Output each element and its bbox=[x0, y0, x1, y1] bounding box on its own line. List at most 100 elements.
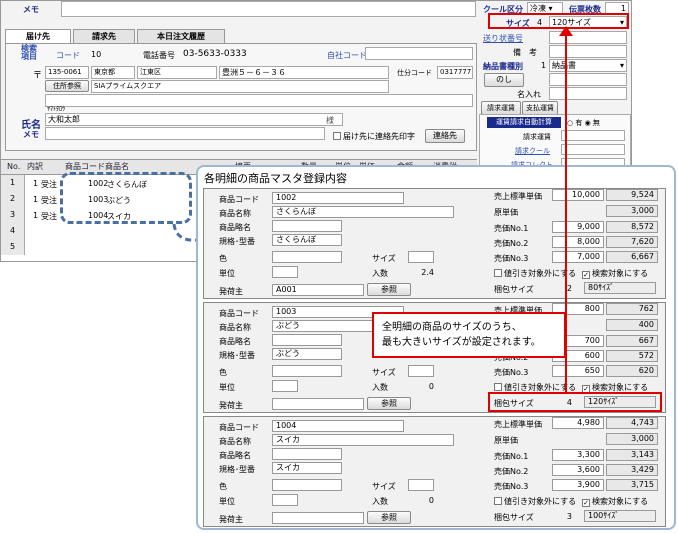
product-code-label: 商品コード bbox=[219, 195, 259, 204]
grid-header-type: 内訳 bbox=[27, 162, 43, 171]
price-label: 売価No.2 bbox=[494, 239, 529, 248]
address-lookup-button[interactable]: 住所参照 bbox=[45, 80, 89, 92]
reference-button[interactable]: 参照 bbox=[367, 283, 411, 296]
unit-field[interactable] bbox=[272, 494, 298, 506]
delivery-type-num: 1 bbox=[541, 61, 547, 70]
tab-payment-freight[interactable]: 支払運賃 bbox=[522, 101, 558, 115]
product-abbr-field[interactable] bbox=[272, 334, 342, 346]
price-value[interactable]: 4,980 bbox=[552, 417, 604, 429]
price-value[interactable]: 10,000 bbox=[552, 189, 604, 201]
billing-cool-label[interactable]: 請求クール bbox=[515, 146, 550, 156]
product-code-label: 商品コード bbox=[219, 423, 259, 432]
auto-calc-radio[interactable]: ○ 有 ◉ 無 bbox=[567, 118, 600, 128]
price-label: 原単価 bbox=[494, 436, 518, 445]
product-model-field[interactable]: さくらんぼ bbox=[272, 234, 342, 246]
price-value[interactable]: 3,900 bbox=[552, 479, 604, 491]
radio-yes-label: 有 bbox=[575, 119, 583, 127]
supplier-field[interactable]: A001 bbox=[272, 284, 364, 296]
price-value: 3,000 bbox=[606, 433, 658, 445]
noshi-button[interactable]: のし bbox=[484, 73, 524, 87]
row-number: 1 bbox=[1, 175, 25, 191]
row-type[interactable]: 受注 bbox=[41, 195, 57, 206]
delivery-type-select[interactable]: 納品書 ▾ bbox=[549, 59, 627, 72]
radio-no-label: 無 bbox=[592, 119, 600, 127]
row-type[interactable]: 受注 bbox=[41, 211, 57, 222]
postal-input[interactable]: 135-0061 bbox=[45, 66, 89, 79]
product-model-field[interactable]: ぶどう bbox=[272, 348, 342, 360]
qty-label: 入数 bbox=[372, 383, 388, 392]
memo-input[interactable] bbox=[45, 127, 325, 140]
product-abbr-field[interactable] bbox=[272, 220, 342, 232]
honorific-text: 様 bbox=[326, 116, 334, 125]
pack-size-select[interactable]: 80ｻｲｽﾞ bbox=[584, 282, 656, 294]
qty-label: 入数 bbox=[372, 269, 388, 278]
size-field[interactable] bbox=[408, 365, 434, 377]
unit-field[interactable] bbox=[272, 266, 298, 278]
size-field[interactable] bbox=[408, 479, 434, 491]
town-input[interactable]: 豊洲５－６－３６ bbox=[219, 66, 389, 79]
postal-symbol: 〒 bbox=[33, 71, 43, 81]
memo-label-top: メモ bbox=[23, 5, 39, 14]
product-name-field[interactable]: スイカ bbox=[272, 434, 454, 446]
name-print-select[interactable] bbox=[549, 87, 627, 100]
product-model-field[interactable]: スイカ bbox=[272, 462, 342, 474]
product-code-field[interactable]: 1004 bbox=[272, 420, 404, 432]
color-label: 色 bbox=[219, 368, 227, 377]
discount-exclude-checkbox[interactable]: 値引き対象外にする bbox=[494, 268, 576, 279]
unit-field[interactable] bbox=[272, 380, 298, 392]
price-value[interactable]: 8,000 bbox=[552, 236, 604, 248]
search-key-label: 検索 項目 bbox=[21, 44, 37, 61]
price-value: 3,000 bbox=[606, 205, 658, 217]
arrow-up-icon bbox=[559, 26, 573, 36]
reference-button[interactable]: 参照 bbox=[367, 397, 411, 410]
price-tax-value: 3,429 bbox=[606, 464, 658, 476]
city-input[interactable]: 江東区 bbox=[137, 66, 217, 79]
row-type[interactable]: 受注 bbox=[41, 179, 57, 190]
print-contact-checkbox[interactable]: 届け先に連絡先印字 bbox=[333, 131, 415, 142]
row-type-num: 1 bbox=[33, 179, 39, 188]
discount-exclude-checkbox[interactable]: 値引き対象外にする bbox=[494, 496, 576, 507]
reference-button[interactable]: 参照 bbox=[367, 511, 411, 524]
address-extra-input[interactable] bbox=[45, 94, 473, 107]
search-target-checkbox[interactable]: ✓ 検索対象にする bbox=[582, 268, 648, 279]
price-value[interactable]: 3,600 bbox=[552, 464, 604, 476]
supplier-field[interactable] bbox=[272, 398, 364, 410]
color-field[interactable] bbox=[272, 251, 342, 263]
name-print-label: 名入れ bbox=[517, 90, 541, 99]
size-field[interactable] bbox=[408, 251, 434, 263]
qty-value: 0 bbox=[428, 382, 434, 391]
tab-today-history[interactable]: 本日注文履歴 bbox=[137, 29, 225, 44]
shipper-label[interactable]: 送り状番号 bbox=[483, 33, 523, 44]
tab-billing-freight[interactable]: 請求運賃 bbox=[481, 101, 521, 115]
color-field[interactable] bbox=[272, 365, 342, 377]
product-code-field[interactable]: 1002 bbox=[272, 192, 404, 204]
sort-code-input[interactable]: 0317777 bbox=[437, 66, 473, 79]
prefecture-input[interactable]: 東京都 bbox=[91, 66, 135, 79]
size-label: サイズ bbox=[372, 482, 396, 491]
product-abbr-field[interactable] bbox=[272, 448, 342, 460]
color-field[interactable] bbox=[272, 479, 342, 491]
search-target-checkbox[interactable]: ✓ 検索対象にする bbox=[582, 496, 648, 507]
memo-input-top[interactable] bbox=[61, 1, 476, 17]
remarks-input[interactable] bbox=[549, 45, 627, 58]
price-value[interactable]: 3,300 bbox=[552, 449, 604, 461]
price-value[interactable]: 7,000 bbox=[552, 251, 604, 263]
price-value[interactable]: 650 bbox=[552, 365, 604, 377]
search-target-label: 検索対象にする bbox=[592, 383, 649, 392]
building-input[interactable]: SIAプライムスクエア bbox=[91, 80, 389, 93]
noshi-select[interactable] bbox=[549, 73, 627, 86]
price-tax-value: 8,572 bbox=[606, 221, 658, 233]
price-value[interactable]: 9,000 bbox=[552, 221, 604, 233]
phone-value[interactable]: 03-5633-0333 bbox=[183, 49, 247, 59]
supplier-field[interactable] bbox=[272, 512, 364, 524]
name-input[interactable]: 大和太郎 bbox=[45, 113, 343, 126]
product-name-field[interactable]: さくらんぼ bbox=[272, 206, 454, 218]
pack-size-label: 梱包サイズ bbox=[494, 285, 534, 294]
company-code-input[interactable] bbox=[365, 47, 473, 60]
tab-bill-to[interactable]: 請求先 bbox=[73, 29, 135, 44]
tab-ship-to[interactable]: 届け先 bbox=[5, 29, 71, 44]
billing-calc-input[interactable] bbox=[561, 130, 625, 141]
pack-size-select[interactable]: 100ｻｲｽﾞ bbox=[584, 510, 656, 522]
billing-cool-input[interactable] bbox=[561, 144, 625, 155]
contact-button[interactable]: 連絡先 bbox=[425, 129, 465, 143]
